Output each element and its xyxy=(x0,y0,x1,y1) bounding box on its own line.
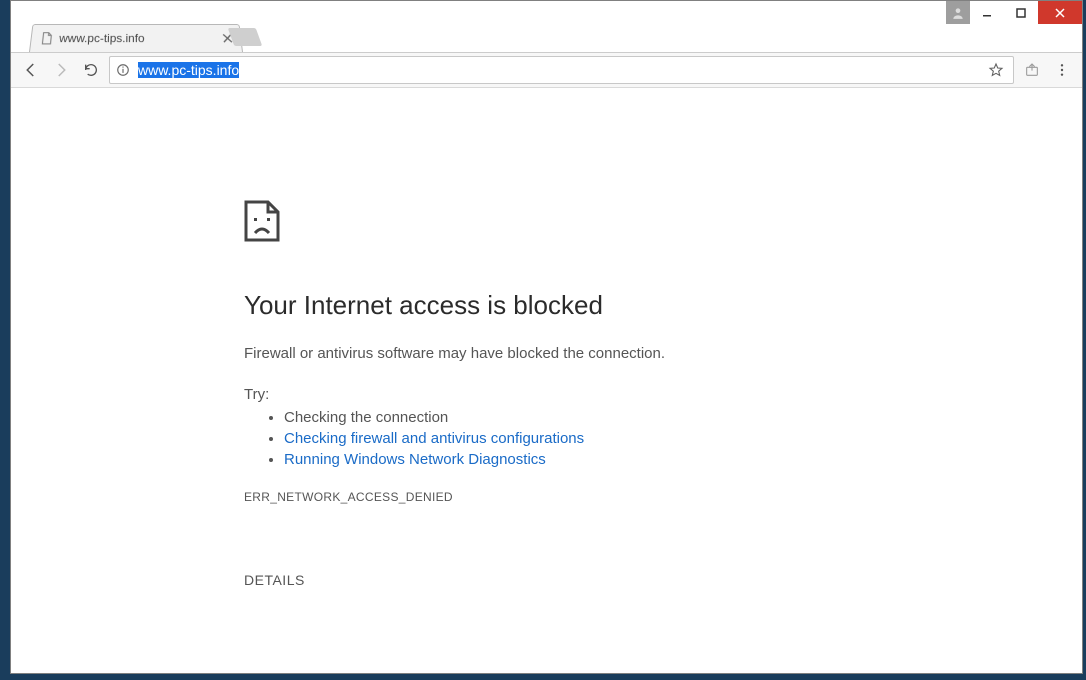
sad-page-icon xyxy=(244,200,280,242)
new-tab-button[interactable] xyxy=(228,28,263,46)
firewall-config-link[interactable]: Checking firewall and antivirus configur… xyxy=(284,430,584,447)
network-diagnostics-link[interactable]: Running Windows Network Diagnostics xyxy=(284,451,546,468)
desktop-frame: www.pc-tips.info www.pc-tip xyxy=(0,0,1086,680)
error-code: ERR_NETWORK_ACCESS_DENIED xyxy=(244,490,844,504)
browser-menu-button[interactable] xyxy=(1050,58,1074,82)
window-close-button[interactable] xyxy=(1038,1,1082,25)
tab-title: www.pc-tips.info xyxy=(59,32,224,46)
site-info-icon[interactable] xyxy=(114,61,132,79)
suggestion-item: Checking firewall and antivirus configur… xyxy=(284,430,844,447)
suggestion-text: Checking the connection xyxy=(284,409,448,426)
error-subtitle: Firewall or antivirus software may have … xyxy=(244,345,844,362)
suggestion-item: Checking the connection xyxy=(284,409,844,426)
error-title: Your Internet access is blocked xyxy=(244,290,844,321)
url-text[interactable]: www.pc-tips.info xyxy=(136,60,983,80)
page-content: Your Internet access is blocked Firewall… xyxy=(12,88,1081,672)
window-controls xyxy=(946,1,1082,25)
suggestion-item: Running Windows Network Diagnostics xyxy=(284,451,844,468)
browser-tab[interactable]: www.pc-tips.info xyxy=(29,24,243,52)
page-icon xyxy=(39,32,54,46)
details-button[interactable]: DETAILS xyxy=(244,572,305,588)
user-account-icon[interactable] xyxy=(946,1,970,25)
back-button[interactable] xyxy=(19,58,43,82)
tab-strip: www.pc-tips.info xyxy=(11,24,1082,53)
forward-button[interactable] xyxy=(49,58,73,82)
browser-toolbar: www.pc-tips.info xyxy=(11,53,1082,88)
bookmark-star-icon[interactable] xyxy=(987,61,1005,79)
error-message: Your Internet access is blocked Firewall… xyxy=(244,200,844,590)
suggestion-list: Checking the connection Checking firewal… xyxy=(244,409,844,468)
window-minimize-button[interactable] xyxy=(970,1,1004,25)
share-extension-icon[interactable] xyxy=(1020,58,1044,82)
browser-window: www.pc-tips.info www.pc-tip xyxy=(10,0,1083,674)
try-label: Try: xyxy=(244,386,844,403)
window-maximize-button[interactable] xyxy=(1004,1,1038,25)
reload-button[interactable] xyxy=(79,58,103,82)
address-bar[interactable]: www.pc-tips.info xyxy=(109,56,1014,84)
